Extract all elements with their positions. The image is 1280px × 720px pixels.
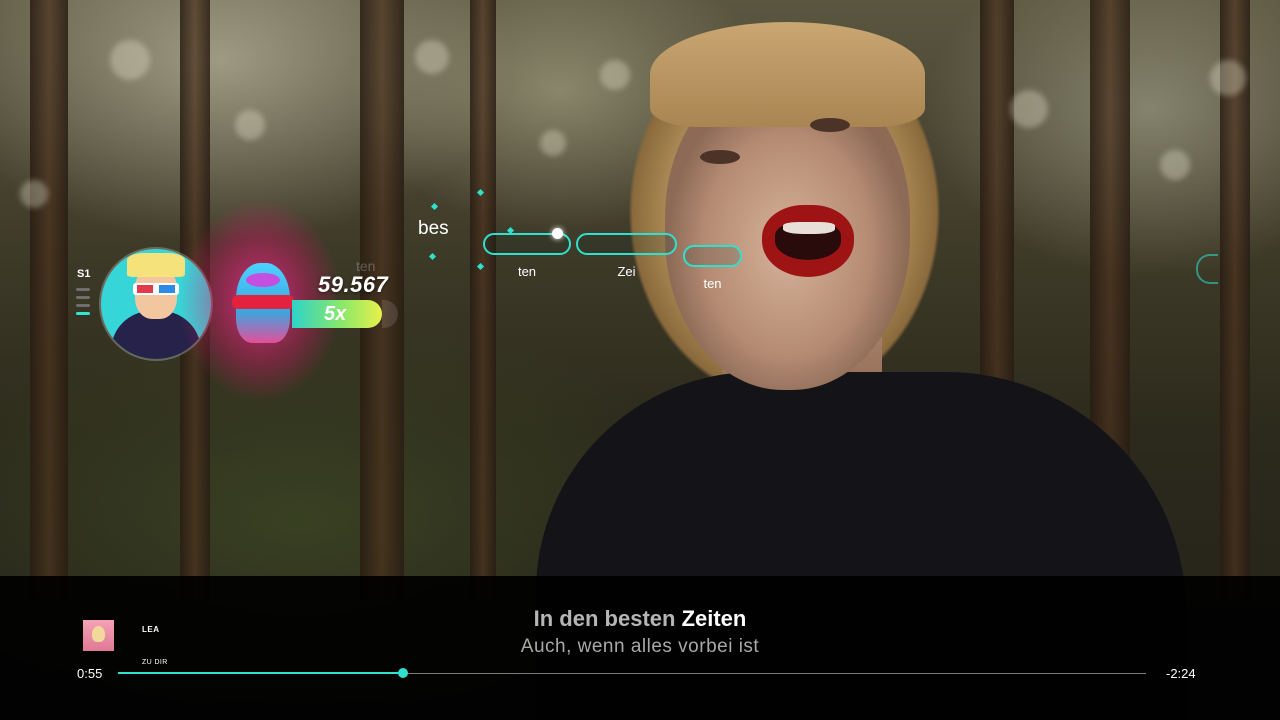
bokeh-light — [1010, 90, 1048, 128]
avatar-3d-glasses — [133, 283, 179, 295]
lyric-sung-part: In den besten — [533, 606, 682, 631]
lyric-active-word: Zeiten — [681, 606, 747, 631]
mic-level-bar-active — [76, 312, 90, 315]
mic-level-bar — [76, 296, 90, 299]
progress-fill — [118, 672, 403, 674]
singer-teeth — [783, 222, 835, 234]
next-lyric-line: Auch, wenn alles vorbei ist — [520, 636, 760, 657]
tree-trunk — [470, 0, 496, 600]
pitch-note-label: ten — [703, 276, 722, 291]
singer-eye — [700, 150, 740, 164]
streak-mascot-icon — [232, 243, 294, 343]
incoming-note-edge — [1196, 254, 1218, 284]
progress-handle[interactable] — [397, 668, 408, 678]
pitch-note-label: Zei — [617, 264, 636, 279]
bokeh-light — [20, 180, 48, 208]
bokeh-light — [600, 60, 630, 90]
bokeh-light — [1160, 150, 1190, 180]
player-slot-label: S1 — [77, 268, 91, 280]
bokeh-light — [540, 130, 566, 156]
song-title: ZU DIR — [142, 659, 168, 666]
remaining-time: -2:24 — [1166, 666, 1196, 681]
mic-level-bar — [76, 288, 90, 291]
pitch-cursor — [552, 228, 563, 239]
mic-level-bar — [76, 304, 90, 307]
pitch-note-bar — [683, 245, 742, 267]
mascot-eyes — [246, 273, 280, 287]
mic-level-indicator — [76, 288, 90, 320]
bokeh-light — [235, 110, 265, 140]
tree-trunk — [30, 0, 68, 600]
singer-eye — [810, 118, 850, 132]
avatar-hair — [127, 253, 185, 277]
pitch-note-bar — [576, 233, 677, 255]
pitch-note-label: ten — [517, 264, 537, 279]
score-multiplier-badge: 5x — [292, 300, 382, 328]
singer-bangs — [650, 22, 925, 127]
current-syllable: bes — [418, 218, 449, 239]
bokeh-light — [415, 40, 449, 74]
mascot-cape — [232, 295, 294, 309]
bokeh-light — [1210, 60, 1246, 96]
bokeh-light — [110, 40, 150, 80]
elapsed-time: 0:55 — [77, 666, 103, 681]
score-counter: 59.567 — [318, 272, 389, 297]
current-lyric-line: In den besten Zeiten — [0, 606, 1280, 632]
